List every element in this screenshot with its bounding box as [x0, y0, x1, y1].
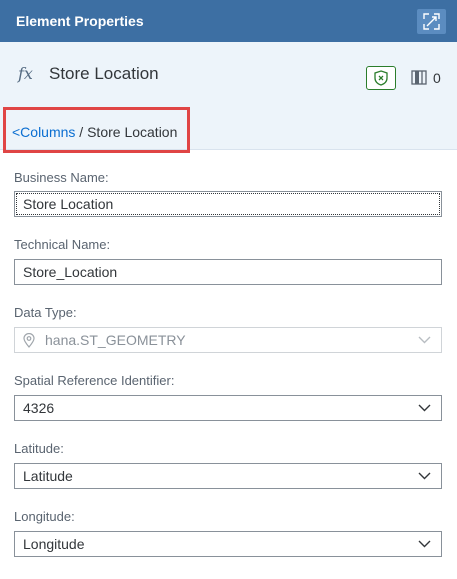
location-pin-icon [23, 332, 35, 348]
technical-name-value: Store_Location [23, 264, 118, 280]
validation-button[interactable] [366, 66, 396, 90]
data-type-value: hana.ST_GEOMETRY [45, 332, 186, 348]
srid-select[interactable]: 4326 [14, 395, 442, 421]
business-name-field[interactable]: Store Location [14, 191, 442, 217]
longitude-label: Longitude: [14, 509, 75, 524]
columns-count: 0 [433, 70, 441, 86]
fx-icon: fx [18, 64, 33, 83]
chevron-down-icon [418, 472, 431, 480]
srid-label: Spatial Reference Identifier: [14, 373, 175, 388]
panel-header: Element Properties [0, 0, 457, 42]
chevron-down-icon [418, 336, 431, 344]
data-type-label: Data Type: [14, 305, 77, 320]
object-title: Store Location [49, 64, 159, 83]
business-name-label: Business Name: [14, 170, 109, 185]
longitude-select[interactable]: Longitude [14, 531, 442, 557]
latitude-value: Latitude [23, 468, 73, 484]
latitude-label: Latitude: [14, 441, 64, 456]
data-type-select: hana.ST_GEOMETRY [14, 327, 442, 353]
expand-icon [423, 13, 440, 30]
chevron-down-icon [418, 404, 431, 412]
columns-icon [411, 70, 427, 85]
technical-name-field[interactable]: Store_Location [14, 259, 442, 285]
highlight-annotation [3, 107, 190, 153]
latitude-select[interactable]: Latitude [14, 463, 442, 489]
technical-name-label: Technical Name: [14, 237, 111, 252]
chevron-down-icon [418, 540, 431, 548]
longitude-value: Longitude [23, 536, 85, 552]
panel-title: Element Properties [16, 13, 144, 29]
srid-value: 4326 [23, 400, 55, 416]
expand-button[interactable] [417, 9, 446, 34]
shield-icon [374, 70, 388, 86]
business-name-value: Store Location [23, 196, 114, 212]
